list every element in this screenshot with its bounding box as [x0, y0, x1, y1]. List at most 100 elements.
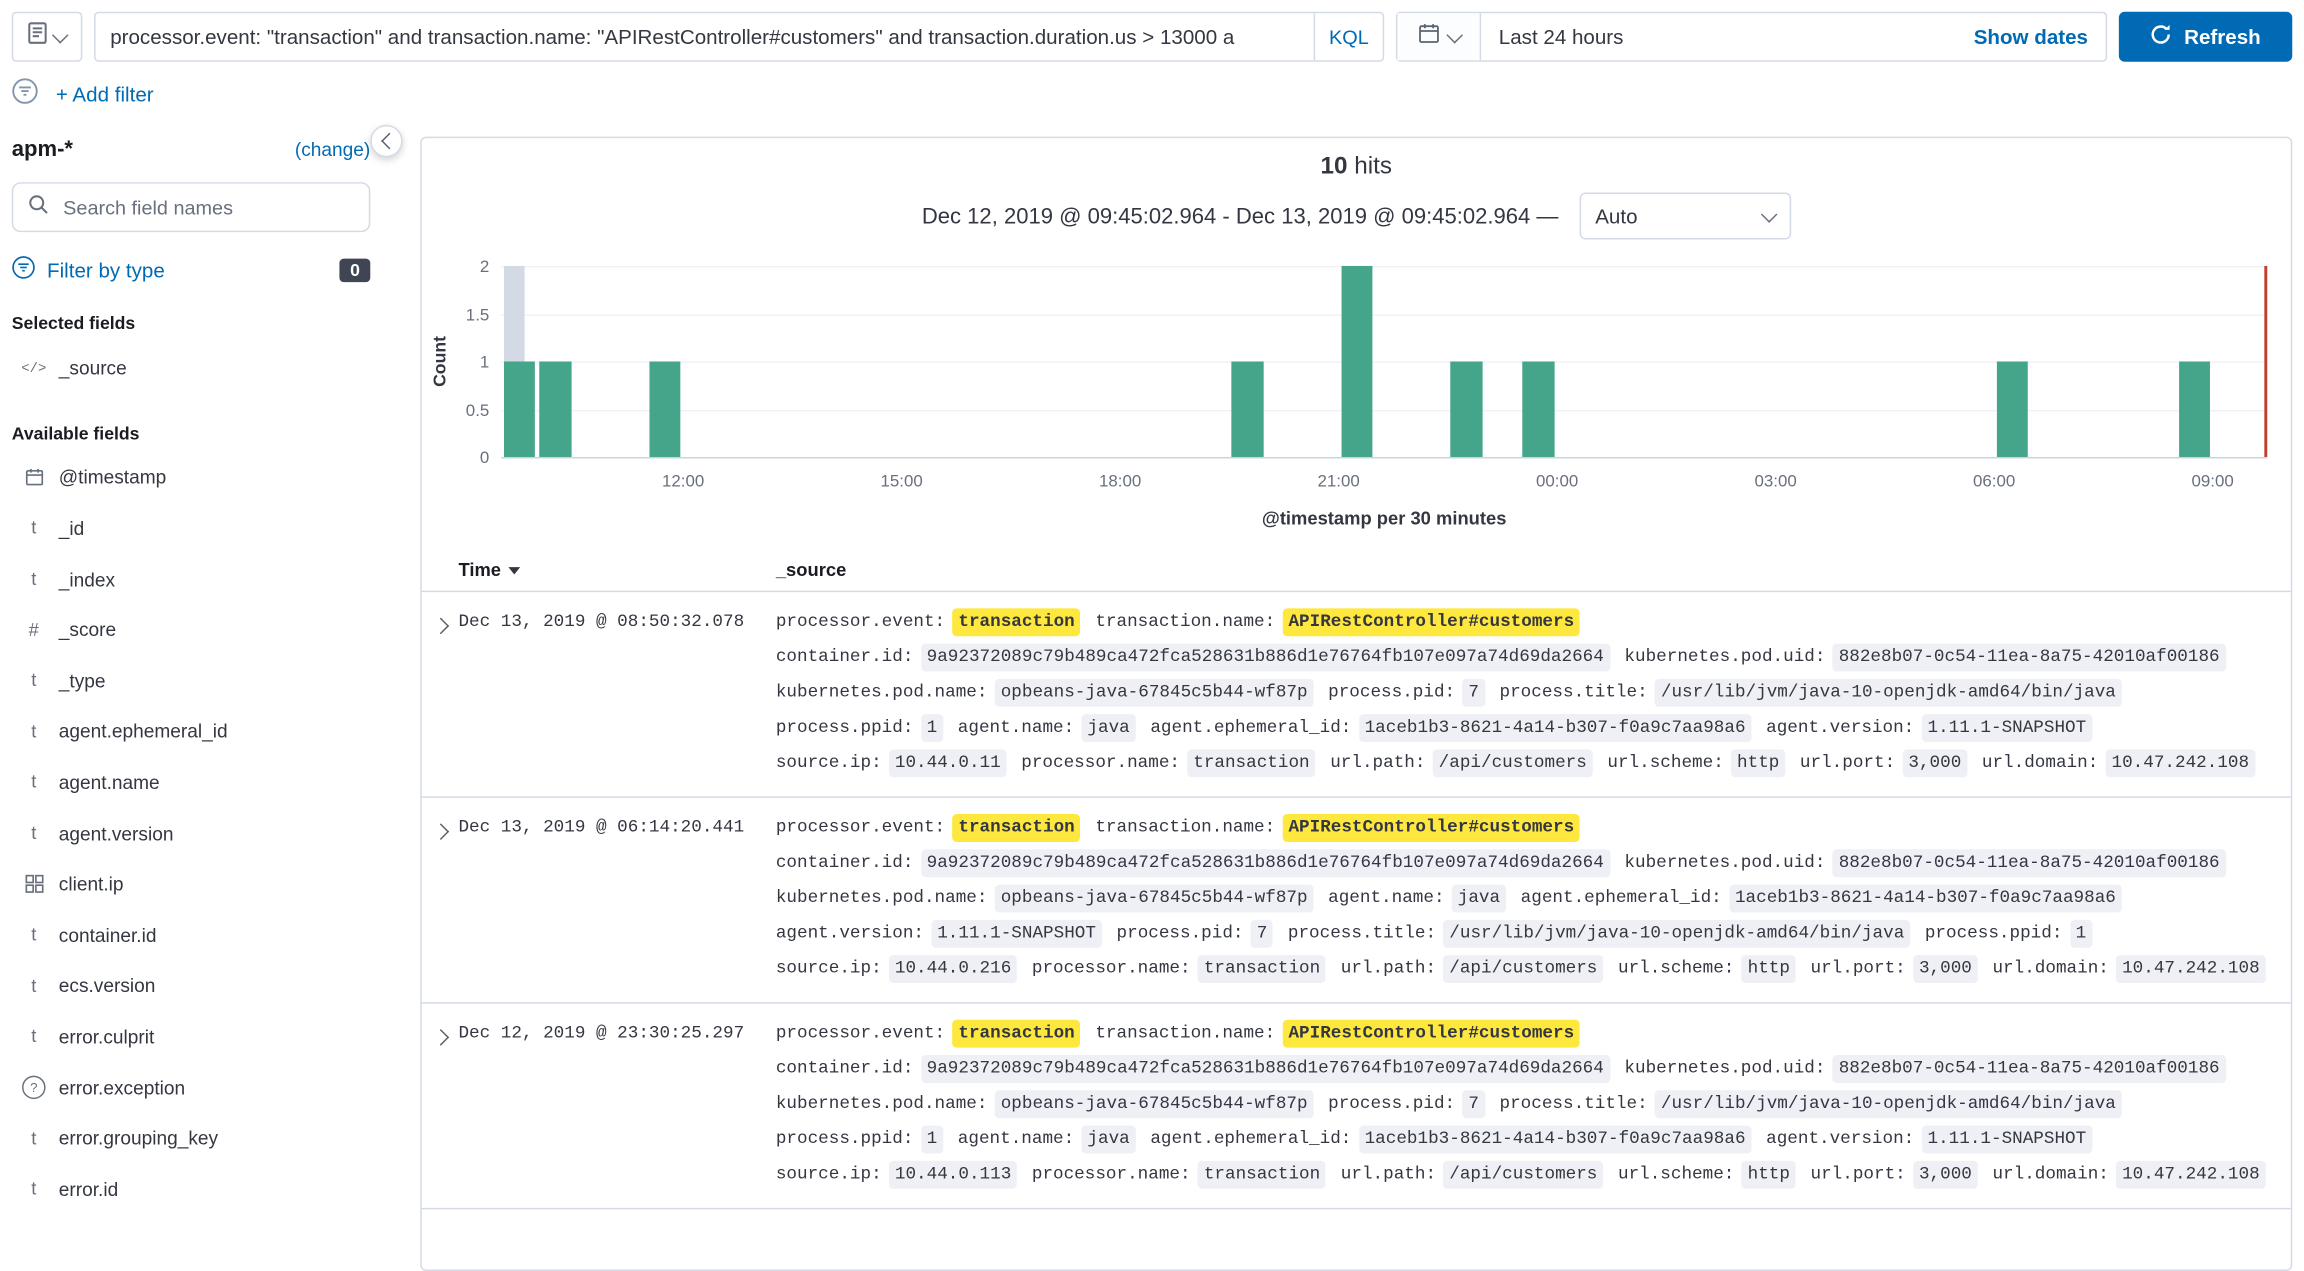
source-field-value: opbeans-java-67845c5b44-wf87p — [995, 1090, 1314, 1118]
source-field-key: url.path: — [1341, 1162, 1436, 1187]
field-item-_score[interactable]: #_score — [12, 604, 371, 655]
doc-timestamp: Dec 12, 2019 @ 23:30:25.297 — [458, 1020, 775, 1189]
source-field-pair: agent.name:java — [1328, 885, 1506, 913]
field-name: _type — [59, 670, 106, 692]
source-field-value-highlighted: transaction — [952, 608, 1080, 636]
source-field-pair: url.port:3,000 — [1811, 1161, 1978, 1189]
chevron-right-icon — [433, 823, 450, 840]
field-item-error.exception[interactable]: ?error.exception — [12, 1062, 371, 1113]
add-filter-button[interactable]: + Add filter — [56, 82, 154, 106]
field-search — [12, 182, 371, 232]
query-input[interactable] — [96, 13, 1314, 60]
source-field-key: url.scheme: — [1618, 957, 1734, 982]
query-language-button[interactable]: KQL — [1314, 13, 1383, 60]
source-field-value: 7 — [1462, 1090, 1484, 1118]
saved-query-menu-button[interactable] — [12, 12, 83, 62]
field-item-error.culprit[interactable]: terror.culprit — [12, 1011, 371, 1062]
field-type-string-icon: t — [21, 721, 47, 742]
histogram-bar[interactable] — [540, 361, 572, 457]
gridline — [501, 314, 2267, 315]
source-field-pair: url.domain:10.47.242.108 — [1982, 749, 2255, 777]
histogram-bar[interactable] — [1232, 361, 1264, 457]
index-pattern-title[interactable]: apm-* — [12, 137, 73, 162]
source-field-key: source.ip: — [776, 751, 882, 776]
field-item-agent.ephemeral_id[interactable]: t agent.ephemeral_id — [12, 706, 371, 757]
filter-by-type-label: Filter by type — [47, 258, 165, 282]
source-field-value: java — [1082, 1126, 1136, 1154]
filter-by-type-button[interactable]: Filter by type 0 — [12, 256, 371, 284]
source-field-value: /api/customers — [1443, 1161, 1603, 1189]
field-item-_source[interactable]: </>_source — [12, 342, 371, 393]
expand-row-button[interactable] — [435, 814, 459, 983]
source-field-key: kubernetes.pod.uid: — [1624, 1056, 1825, 1081]
source-field-pair: url.path: /api/customers — [1341, 1161, 1603, 1189]
field-type-string-icon: t — [21, 670, 47, 691]
field-item-_type[interactable]: t _type — [12, 655, 371, 706]
field-item-agent.name[interactable]: tagent.name — [12, 757, 371, 808]
source-field-value: transaction — [1187, 749, 1315, 777]
source-field-pair: kubernetes.pod.uid:882e8b07-0c54-11ea-8a… — [1624, 1055, 2225, 1083]
histogram-bar[interactable] — [1523, 361, 1555, 457]
source-field-value: http — [1742, 1161, 1796, 1189]
x-tick-label: 18:00 — [1099, 473, 1141, 491]
show-dates-button[interactable]: Show dates — [1974, 25, 2106, 49]
field-name: container.id — [59, 924, 157, 946]
saved-query-icon — [28, 22, 47, 51]
histogram-bar[interactable] — [503, 361, 535, 457]
field-item-client.ip[interactable]: client.ip — [12, 859, 371, 910]
search-icon — [28, 193, 49, 221]
histogram-bar[interactable] — [649, 361, 681, 457]
selected-fields-list: </>_source — [12, 342, 371, 393]
field-type-string-icon: t — [21, 975, 47, 996]
doc-source: processor.event:transactiontransaction.n… — [776, 608, 2276, 777]
source-field-value: 1 — [921, 714, 943, 742]
field-item-agent.version[interactable]: tagent.version — [12, 808, 371, 859]
field-type-string-icon: t — [21, 925, 47, 946]
field-name: _source — [59, 357, 127, 379]
refresh-button[interactable]: Refresh — [2119, 12, 2292, 62]
field-item-_id[interactable]: t_id — [12, 503, 371, 554]
source-column-header: _source — [776, 560, 2276, 581]
filter-bar: + Add filter — [0, 71, 2304, 117]
field-item-@timestamp[interactable]: @timestamp — [12, 452, 371, 503]
source-field-pair: source.ip:10.44.0.11 — [776, 749, 1007, 777]
time-picker-quick-menu-button[interactable] — [1397, 13, 1481, 60]
change-index-pattern-link[interactable]: (change) — [295, 138, 370, 160]
query-bar: KQL — [94, 12, 1384, 62]
field-type-date-icon — [21, 468, 47, 487]
discover-app: KQL Last 24 hours Show dates Refresh — [0, 0, 2304, 1192]
field-search-input[interactable] — [60, 195, 354, 220]
filter-set-icon[interactable] — [12, 77, 38, 111]
field-name: agent.ephemeral_id — [59, 721, 228, 743]
field-item-_index[interactable]: t_index — [12, 554, 371, 605]
expand-row-button[interactable] — [435, 608, 459, 777]
doc-timestamp: Dec 13, 2019 @ 08:50:32.078 — [458, 608, 775, 777]
source-field-value: 882e8b07-0c54-11ea-8a75-42010af00186 — [1833, 644, 2226, 672]
hits-label: hits — [1354, 153, 1392, 179]
histogram-bar[interactable] — [1996, 361, 2028, 457]
histogram-bar[interactable] — [1450, 361, 1482, 457]
time-column-header[interactable]: Time — [458, 560, 775, 581]
histogram-bar[interactable] — [1341, 266, 1373, 457]
source-field-value: 882e8b07-0c54-11ea-8a75-42010af00186 — [1833, 849, 2226, 877]
source-field-key: process.title: — [1500, 680, 1648, 705]
interval-selected-value: Auto — [1595, 204, 1637, 228]
time-range-label[interactable]: Last 24 hours — [1481, 25, 1623, 49]
field-name: _index — [59, 568, 115, 590]
doc-timestamp: Dec 13, 2019 @ 06:14:20.441 — [458, 814, 775, 983]
interval-select[interactable]: Auto — [1579, 192, 1791, 239]
source-field-key: container.id: — [776, 851, 914, 876]
source-field-key: source.ip: — [776, 957, 882, 982]
field-item-error.id[interactable]: terror.id — [12, 1164, 371, 1215]
field-item-ecs.version[interactable]: tecs.version — [12, 960, 371, 1011]
histogram-bar[interactable] — [2178, 361, 2210, 457]
field-item-error.grouping_key[interactable]: terror.grouping_key — [12, 1113, 371, 1164]
source-field-key: agent.name: — [958, 1127, 1074, 1152]
source-field-pair: process.ppid:1 — [1925, 920, 2092, 948]
collapse-sidebar-button[interactable] — [370, 125, 402, 157]
source-field-key: processor.name: — [1032, 1162, 1191, 1187]
expand-row-button[interactable] — [435, 1020, 459, 1189]
source-field-pair: transaction.name:APIRestController#custo… — [1095, 1020, 1580, 1048]
field-item-container.id[interactable]: t container.id — [12, 909, 371, 960]
source-field-key: process.ppid: — [1925, 921, 2063, 946]
